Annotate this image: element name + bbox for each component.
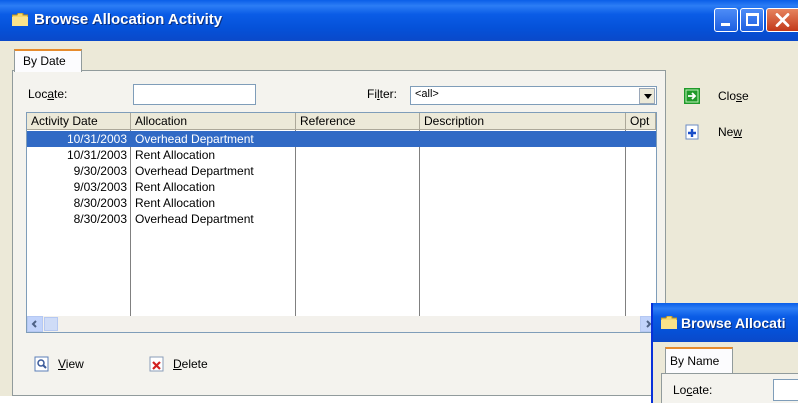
close-window-button[interactable] [766,8,798,32]
second-window[interactable]: Browse Allocati By Name Locate: [651,303,798,403]
scroll-thumb[interactable] [44,317,58,331]
cell-allocation: Overhead Department [135,212,254,226]
cell-allocation: Rent Allocation [135,196,216,210]
table-row[interactable]: 8/30/2003 Rent Allocation [27,195,656,211]
tab-by-date[interactable]: By Date [14,49,82,72]
cell-allocation: Overhead Department [135,132,254,146]
cell-date: 9/30/2003 [73,164,127,178]
delete-icon [149,356,164,372]
cell-allocation: Rent Allocation [135,148,216,162]
filter-select[interactable]: <all> [410,86,657,105]
activity-table[interactable]: Activity Date Allocation Reference Descr… [26,112,657,333]
horizontal-scrollbar[interactable] [27,316,656,332]
minimize-button[interactable] [714,8,738,32]
second-locate-input[interactable] [773,379,798,401]
cell-date: 10/31/2003 [66,132,127,146]
cell-allocation: Overhead Department [135,164,254,178]
second-locate-label: Locate: [673,383,713,397]
column-header-description[interactable]: Description [420,113,626,130]
column-header-activity-date[interactable]: Activity Date [27,113,131,130]
column-header-opt[interactable]: Opt [626,113,656,130]
chevron-left-icon [31,320,37,328]
filter-value: <all> [415,88,439,100]
window-title: Browse Allocation Activity [34,11,223,28]
cell-date: 8/30/2003 [73,212,127,226]
chevron-down-icon[interactable] [639,88,655,104]
folder-icon [12,13,28,26]
table-row[interactable]: 9/30/2003 Overhead Department [27,163,656,179]
maximize-icon [746,13,759,26]
tab-by-name[interactable]: By Name [665,347,733,373]
table-row[interactable]: 10/31/2003 Overhead Department [27,131,656,147]
cell-date: 9/03/2003 [73,180,127,194]
cell-date: 8/30/2003 [73,196,127,210]
add-icon [685,124,699,140]
table-row[interactable]: 10/31/2003 Rent Allocation [27,147,656,163]
column-header-reference[interactable]: Reference [296,113,420,130]
locate-label: Locate: [28,87,68,101]
cell-allocation: Rent Allocation [135,180,216,194]
locate-input[interactable] [133,84,256,105]
title-bar[interactable]: Browse Allocation Activity [0,0,798,41]
exit-icon [684,88,700,104]
cell-date: 10/31/2003 [66,148,127,162]
maximize-button[interactable] [740,8,764,32]
second-title-bar[interactable]: Browse Allocati [653,303,798,342]
close-icon [775,13,790,27]
table-row[interactable]: 9/03/2003 Rent Allocation [27,179,656,195]
view-icon [34,356,49,372]
scroll-left-button[interactable] [27,316,43,332]
table-row[interactable]: 8/30/2003 Overhead Department [27,211,656,227]
second-window-title: Browse Allocati [681,315,786,331]
minimize-icon [721,23,730,26]
filter-label: Filter: [367,87,398,101]
column-header-allocation[interactable]: Allocation [131,113,296,130]
folder-icon [661,316,677,329]
